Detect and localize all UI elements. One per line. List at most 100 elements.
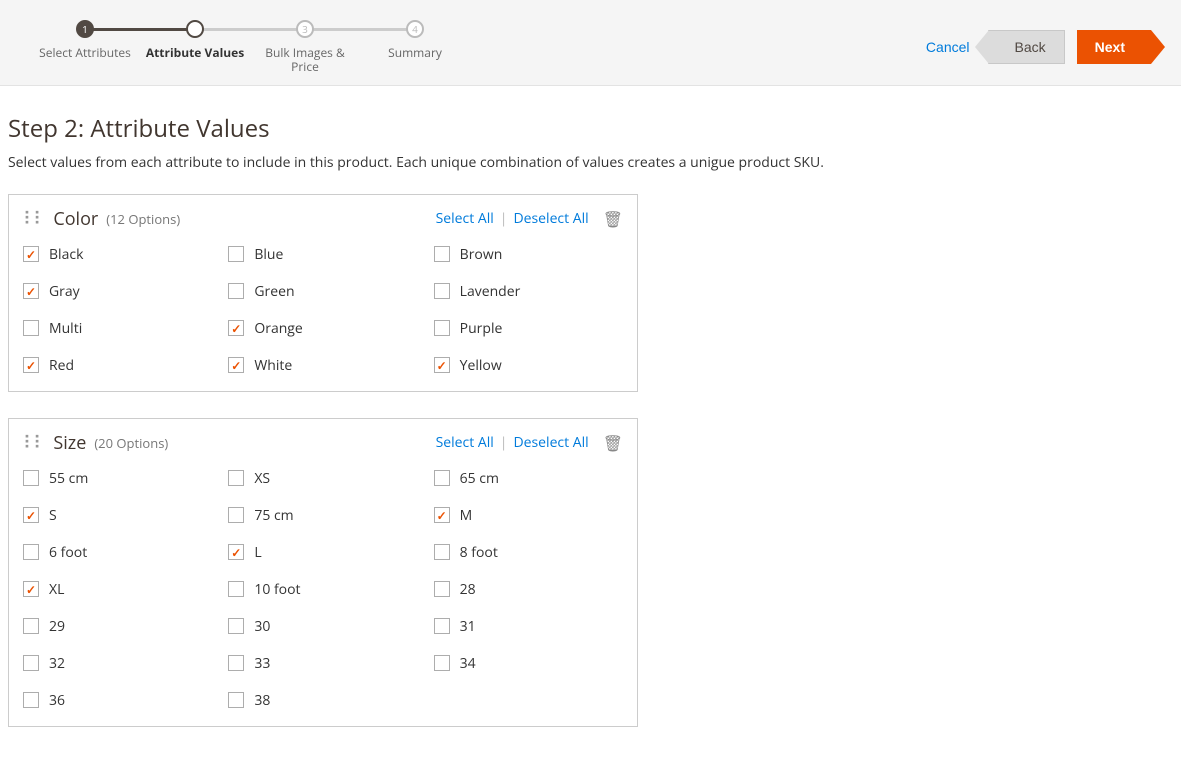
wizard-actions: Cancel Back Next bbox=[920, 30, 1151, 64]
option-item[interactable]: 10 foot bbox=[228, 580, 417, 599]
checkbox[interactable] bbox=[228, 618, 244, 634]
checkbox[interactable] bbox=[434, 581, 450, 597]
select-all-link[interactable]: Select All bbox=[436, 209, 494, 228]
checkbox[interactable] bbox=[23, 470, 39, 486]
option-label: M bbox=[460, 506, 473, 525]
option-item[interactable]: 29 bbox=[23, 617, 212, 636]
deselect-all-link[interactable]: Deselect All bbox=[513, 433, 588, 452]
checkbox[interactable] bbox=[23, 581, 39, 597]
wizard-step-1[interactable]: Attribute Values bbox=[140, 20, 250, 60]
option-item[interactable]: White bbox=[228, 356, 417, 375]
checkbox[interactable] bbox=[23, 283, 39, 299]
trash-icon[interactable]: 🗑 bbox=[603, 208, 623, 230]
cancel-button[interactable]: Cancel bbox=[920, 38, 976, 56]
attribute-title: Size bbox=[53, 431, 86, 455]
option-item[interactable]: 34 bbox=[434, 654, 623, 673]
option-item[interactable]: Brown bbox=[434, 245, 623, 264]
deselect-all-link[interactable]: Deselect All bbox=[513, 209, 588, 228]
checkbox[interactable] bbox=[434, 507, 450, 523]
checkbox[interactable] bbox=[228, 581, 244, 597]
next-button[interactable]: Next bbox=[1077, 30, 1151, 64]
checkbox[interactable] bbox=[228, 320, 244, 336]
checkbox[interactable] bbox=[434, 655, 450, 671]
option-item[interactable]: Lavender bbox=[434, 282, 623, 301]
checkbox[interactable] bbox=[23, 655, 39, 671]
option-item[interactable]: 28 bbox=[434, 580, 623, 599]
option-item[interactable]: XL bbox=[23, 580, 212, 599]
option-item[interactable]: XS bbox=[228, 469, 417, 488]
attribute-actions: Select All | Deselect All 🗑 bbox=[436, 208, 623, 230]
option-item[interactable]: L bbox=[228, 543, 417, 562]
option-item[interactable]: 36 bbox=[23, 691, 212, 710]
option-item[interactable]: Red bbox=[23, 356, 212, 375]
option-label: Brown bbox=[460, 245, 503, 264]
option-item[interactable]: 75 cm bbox=[228, 506, 417, 525]
option-item[interactable]: Black bbox=[23, 245, 212, 264]
drag-handle-icon[interactable] bbox=[23, 434, 43, 452]
option-item[interactable]: Gray bbox=[23, 282, 212, 301]
option-item[interactable]: Purple bbox=[434, 319, 623, 338]
option-item[interactable]: Yellow bbox=[434, 356, 623, 375]
option-label: L bbox=[254, 543, 261, 562]
separator: | bbox=[500, 209, 508, 228]
checkbox[interactable] bbox=[228, 692, 244, 708]
checkbox[interactable] bbox=[228, 544, 244, 560]
checkbox[interactable] bbox=[434, 357, 450, 373]
option-item[interactable]: Blue bbox=[228, 245, 417, 264]
option-item[interactable]: 32 bbox=[23, 654, 212, 673]
checkbox[interactable] bbox=[23, 246, 39, 262]
checkbox[interactable] bbox=[434, 618, 450, 634]
wizard-step-0[interactable]: 1Select Attributes bbox=[30, 20, 140, 60]
checkbox[interactable] bbox=[434, 470, 450, 486]
option-item[interactable]: 30 bbox=[228, 617, 417, 636]
option-label: Orange bbox=[254, 319, 302, 338]
option-item[interactable]: Orange bbox=[228, 319, 417, 338]
option-item[interactable]: 55 cm bbox=[23, 469, 212, 488]
wizard-step-label: Attribute Values bbox=[140, 46, 250, 60]
attribute-panel-header: Size(20 Options)Select All|Deselect All🗑 bbox=[23, 419, 623, 469]
option-label: 8 foot bbox=[460, 543, 498, 562]
option-item[interactable]: 33 bbox=[228, 654, 417, 673]
option-item[interactable]: Multi bbox=[23, 319, 212, 338]
wizard-step-3[interactable]: 4Summary bbox=[360, 20, 470, 60]
checkbox[interactable] bbox=[434, 320, 450, 336]
checkbox[interactable] bbox=[23, 618, 39, 634]
checkbox[interactable] bbox=[23, 507, 39, 523]
option-label: 31 bbox=[460, 617, 476, 636]
checkbox[interactable] bbox=[228, 470, 244, 486]
option-label: 6 foot bbox=[49, 543, 87, 562]
option-item[interactable]: Green bbox=[228, 282, 417, 301]
option-item[interactable]: 31 bbox=[434, 617, 623, 636]
option-item[interactable]: M bbox=[434, 506, 623, 525]
checkbox[interactable] bbox=[228, 655, 244, 671]
option-label: 29 bbox=[49, 617, 65, 636]
checkbox[interactable] bbox=[228, 283, 244, 299]
checkbox[interactable] bbox=[228, 507, 244, 523]
option-label: XL bbox=[49, 580, 64, 599]
select-all-link[interactable]: Select All bbox=[436, 433, 494, 452]
checkbox[interactable] bbox=[23, 692, 39, 708]
option-label: 10 foot bbox=[254, 580, 300, 599]
option-label: White bbox=[254, 356, 292, 375]
checkbox[interactable] bbox=[23, 357, 39, 373]
trash-icon[interactable]: 🗑 bbox=[603, 432, 623, 454]
option-label: S bbox=[49, 506, 57, 525]
option-item[interactable]: 65 cm bbox=[434, 469, 623, 488]
checkbox[interactable] bbox=[228, 357, 244, 373]
checkbox[interactable] bbox=[434, 283, 450, 299]
drag-handle-icon[interactable] bbox=[23, 210, 43, 228]
option-label: Multi bbox=[49, 319, 82, 338]
wizard-step-bar bbox=[85, 28, 195, 31]
option-item[interactable]: 6 foot bbox=[23, 543, 212, 562]
option-item[interactable]: S bbox=[23, 506, 212, 525]
checkbox[interactable] bbox=[434, 544, 450, 560]
separator: | bbox=[500, 433, 508, 452]
checkbox[interactable] bbox=[23, 320, 39, 336]
back-button[interactable]: Back bbox=[988, 30, 1065, 64]
option-item[interactable]: 38 bbox=[228, 691, 417, 710]
checkbox[interactable] bbox=[23, 544, 39, 560]
option-label: XS bbox=[254, 469, 270, 488]
option-item[interactable]: 8 foot bbox=[434, 543, 623, 562]
checkbox[interactable] bbox=[434, 246, 450, 262]
checkbox[interactable] bbox=[228, 246, 244, 262]
